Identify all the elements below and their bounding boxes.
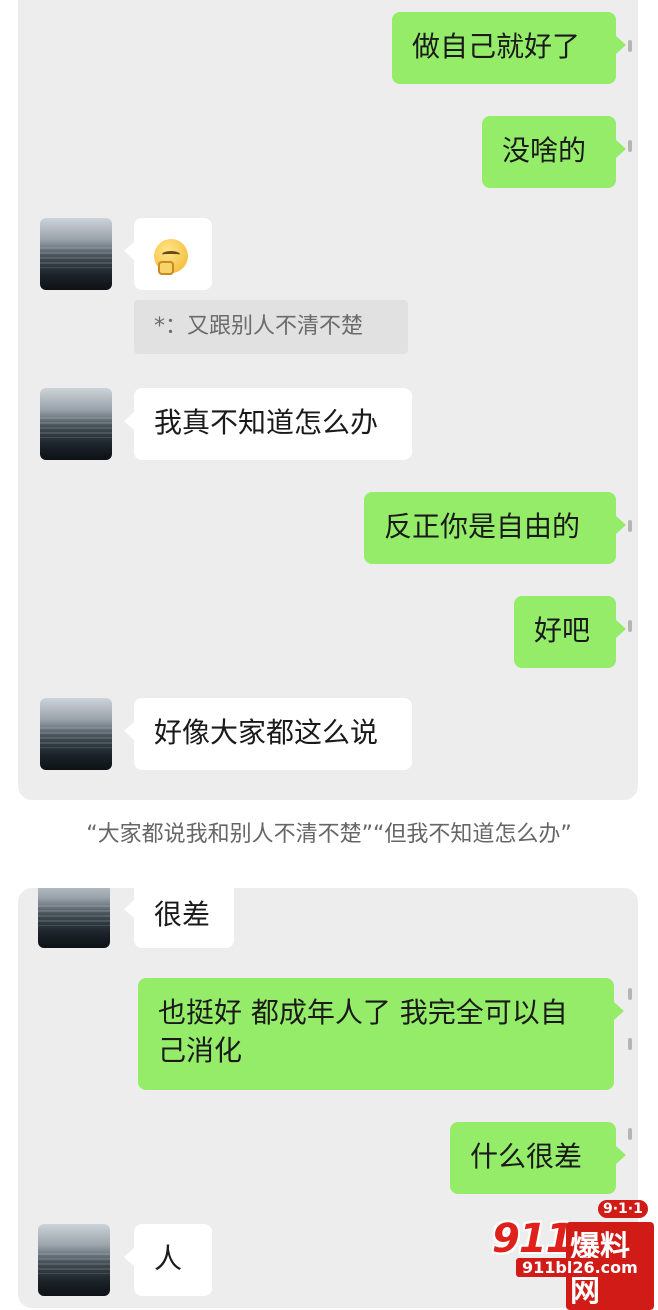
- incoming-message[interactable]: 人: [124, 1224, 212, 1296]
- message-text: 反正你是自由的: [384, 510, 581, 543]
- incoming-message[interactable]: 好像大家都这么说: [124, 698, 412, 770]
- message-text: 什么很差: [470, 1140, 583, 1173]
- scroll-mark: [628, 140, 632, 152]
- contact-avatar[interactable]: [40, 388, 112, 460]
- scroll-mark: [628, 520, 632, 532]
- quote-text: *：又跟别人不清不楚: [154, 314, 364, 339]
- watermark-url: 911bl26.com: [516, 1258, 644, 1277]
- contact-avatar[interactable]: [40, 698, 112, 770]
- message-text: 好像大家都这么说: [154, 716, 379, 749]
- quoted-reply[interactable]: *：又跟别人不清不楚: [134, 300, 408, 354]
- scroll-mark: [628, 1038, 632, 1050]
- incoming-message[interactable]: 很差: [124, 888, 234, 948]
- site-watermark-logo: 9·1·1 911 爆料网 911bl26.com: [488, 1200, 654, 1310]
- outgoing-message[interactable]: 反正你是自由的: [364, 492, 626, 564]
- outgoing-message[interactable]: 什么很差: [450, 1122, 626, 1194]
- scroll-mark: [628, 40, 632, 52]
- incoming-message[interactable]: 我真不知道怎么办: [124, 388, 412, 460]
- thinking-sad-emoji-icon: [154, 239, 188, 275]
- outgoing-message[interactable]: 好吧: [514, 596, 626, 668]
- outgoing-message[interactable]: 也挺好 都成年人了 我完全可以自己消化: [138, 978, 624, 1090]
- message-text: 没啥的: [502, 134, 587, 167]
- contact-avatar[interactable]: [38, 1224, 110, 1296]
- contact-avatar[interactable]: [40, 218, 112, 290]
- contact-avatar[interactable]: [38, 888, 110, 948]
- watermark-brand: 911: [492, 1216, 573, 1262]
- scroll-mark: [628, 1128, 632, 1140]
- incoming-message[interactable]: [124, 218, 212, 290]
- message-text: 也挺好 都成年人了 我完全可以自己消化: [158, 996, 568, 1067]
- message-text: 很差: [154, 898, 211, 931]
- caption-text: “大家都说我和别人不清不楚”“但我不知道怎么办”: [86, 822, 572, 847]
- outgoing-message[interactable]: 没啥的: [482, 116, 626, 188]
- message-text: 做自己就好了: [412, 30, 581, 63]
- scroll-mark: [628, 988, 632, 1000]
- scroll-mark: [628, 620, 632, 632]
- chat-screenshot-top: 做自己就好了 没啥的 *：又跟别人不清不楚 我真不知道怎么办 反正你是自由的 好…: [18, 0, 638, 800]
- watermark-badge: 9·1·1: [598, 1200, 648, 1218]
- message-text: 我真不知道怎么办: [154, 406, 379, 439]
- outgoing-message[interactable]: 做自己就好了: [392, 12, 626, 84]
- message-text: 人: [154, 1242, 183, 1275]
- message-text: 好吧: [534, 614, 591, 647]
